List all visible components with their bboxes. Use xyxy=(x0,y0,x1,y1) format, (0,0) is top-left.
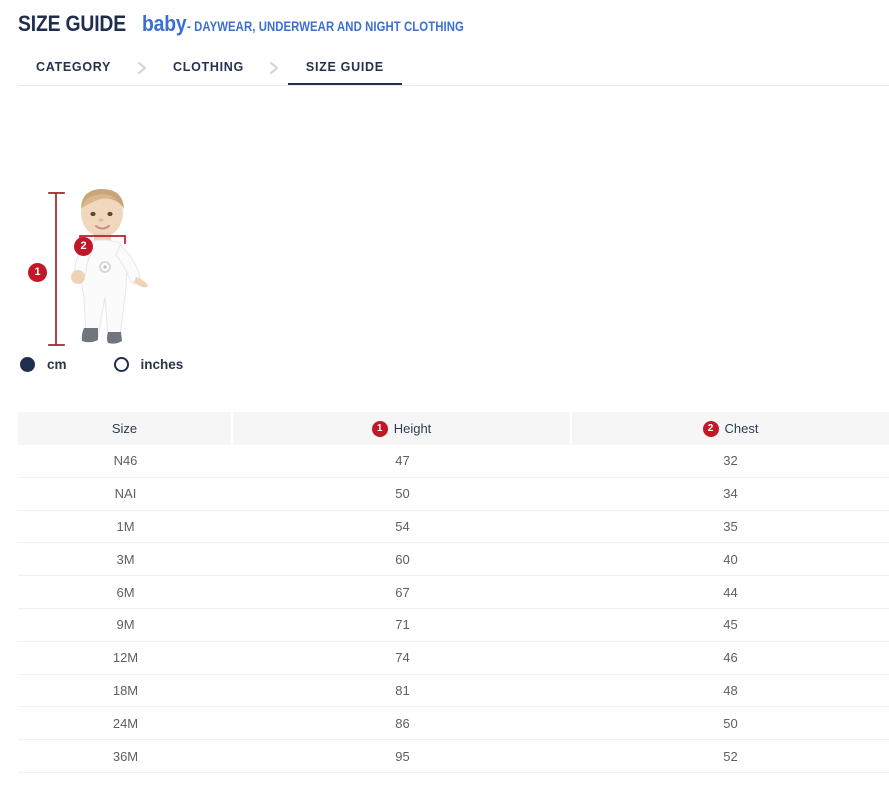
cell-chest: 50 xyxy=(572,707,889,739)
header-badge-chest: 2 xyxy=(703,421,719,437)
breadcrumb-item-clothing[interactable]: CLOTHING xyxy=(155,50,262,86)
cell-size: NAI xyxy=(18,478,233,510)
table-header-size-label: Size xyxy=(112,421,137,436)
radio-cm[interactable] xyxy=(20,357,35,372)
size-table: Size 1 Height 2 Chest N46 47 32 NAI 50 3… xyxy=(18,412,889,773)
table-row: 1M 54 35 xyxy=(18,511,889,544)
breadcrumb-label: CATEGORY xyxy=(36,60,111,74)
page-title-accent: baby xyxy=(142,11,186,37)
cell-height: 54 xyxy=(233,511,572,543)
cell-chest: 35 xyxy=(572,511,889,543)
cell-chest: 34 xyxy=(572,478,889,510)
breadcrumb-divider xyxy=(18,85,889,86)
table-header-row: Size 1 Height 2 Chest xyxy=(18,412,889,445)
cell-size: 18M xyxy=(18,675,233,707)
cell-size: 3M xyxy=(18,543,233,575)
header-badge-height: 1 xyxy=(372,421,388,437)
cell-height: 74 xyxy=(233,642,572,674)
table-header-height-label: Height xyxy=(394,421,432,436)
table-header-chest-label: Chest xyxy=(725,421,759,436)
cell-chest: 46 xyxy=(572,642,889,674)
unit-option-cm[interactable]: cm xyxy=(20,357,67,372)
cell-chest: 40 xyxy=(572,543,889,575)
unit-label-inches: inches xyxy=(141,357,184,372)
table-header-size: Size xyxy=(18,412,233,445)
cell-height: 47 xyxy=(233,445,572,477)
breadcrumb-label: CLOTHING xyxy=(173,60,244,74)
cell-size: 12M xyxy=(18,642,233,674)
breadcrumb-item-category[interactable]: CATEGORY xyxy=(18,50,129,86)
cell-height: 67 xyxy=(233,576,572,608)
cell-height: 50 xyxy=(233,478,572,510)
page-title-subtitle: - DAYWEAR, UNDERWEAR AND NIGHT CLOTHING xyxy=(187,19,464,34)
cell-chest: 32 xyxy=(572,445,889,477)
cell-height: 95 xyxy=(233,740,572,772)
table-row: 24M 86 50 xyxy=(18,707,889,740)
table-row: NAI 50 34 xyxy=(18,478,889,511)
unit-option-inches[interactable]: inches xyxy=(114,357,184,372)
chevron-right-icon xyxy=(129,50,155,86)
cell-chest: 44 xyxy=(572,576,889,608)
cell-chest: 48 xyxy=(572,675,889,707)
size-guide-page: SIZE GUIDE baby - DAYWEAR, UNDERWEAR AND… xyxy=(0,0,889,791)
radio-inches[interactable] xyxy=(114,357,129,372)
cell-height: 86 xyxy=(233,707,572,739)
table-row: N46 47 32 xyxy=(18,445,889,478)
table-header-height: 1 Height xyxy=(233,412,572,445)
cell-height: 81 xyxy=(233,675,572,707)
cell-size: 6M xyxy=(18,576,233,608)
cell-size: 1M xyxy=(18,511,233,543)
cell-chest: 52 xyxy=(572,740,889,772)
table-row: 3M 60 40 xyxy=(18,543,889,576)
cell-height: 60 xyxy=(233,543,572,575)
cell-height: 71 xyxy=(233,609,572,641)
cell-size: 9M xyxy=(18,609,233,641)
page-title-main: SIZE GUIDE xyxy=(18,11,126,37)
page-title: SIZE GUIDE baby - DAYWEAR, UNDERWEAR AND… xyxy=(18,11,517,37)
unit-label-cm: cm xyxy=(47,357,67,372)
unit-selector: cm inches xyxy=(20,357,183,372)
cell-chest: 45 xyxy=(572,609,889,641)
table-row: 6M 67 44 xyxy=(18,576,889,609)
table-header-chest: 2 Chest xyxy=(572,412,889,445)
table-row: 12M 74 46 xyxy=(18,642,889,675)
chevron-right-icon xyxy=(262,50,288,86)
cell-size: 24M xyxy=(18,707,233,739)
breadcrumb: CATEGORY CLOTHING SIZE GUIDE xyxy=(18,50,402,86)
measurement-badge-chest: 2 xyxy=(74,237,93,256)
table-row: 9M 71 45 xyxy=(18,609,889,642)
table-row: 36M 95 52 xyxy=(18,740,889,773)
breadcrumb-item-size-guide[interactable]: SIZE GUIDE xyxy=(288,50,402,86)
table-row: 18M 81 48 xyxy=(18,675,889,708)
cell-size: 36M xyxy=(18,740,233,772)
breadcrumb-label: SIZE GUIDE xyxy=(306,60,384,74)
measurement-badge-height: 1 xyxy=(28,263,47,282)
cell-size: N46 xyxy=(18,445,233,477)
